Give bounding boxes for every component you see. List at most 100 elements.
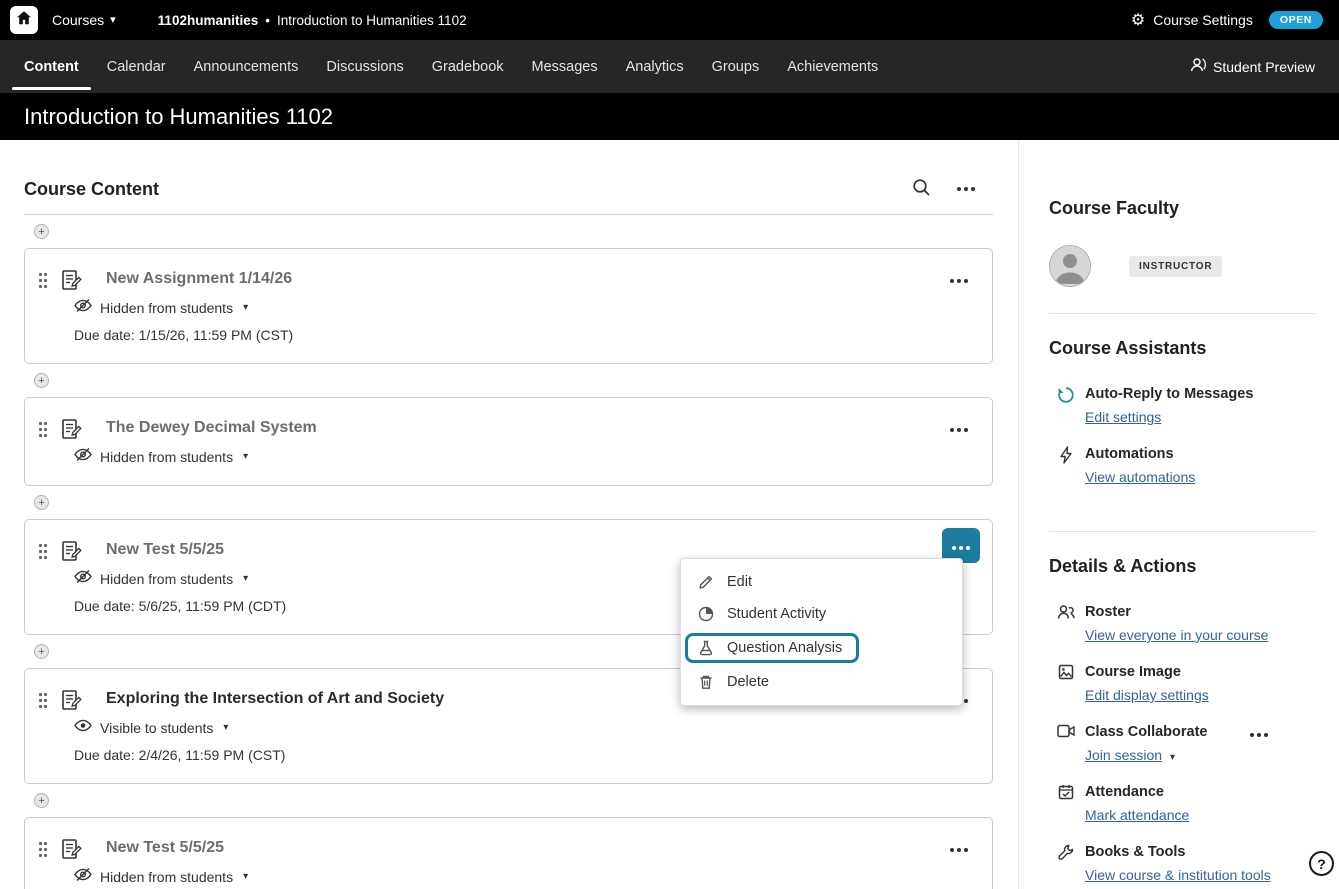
visibility-label: Visible to students bbox=[100, 719, 213, 738]
drag-handle-icon[interactable] bbox=[38, 421, 48, 443]
open-status-badge[interactable]: OPEN bbox=[1269, 11, 1323, 29]
tab-analytics[interactable]: Analytics bbox=[626, 40, 684, 93]
content-item-title[interactable]: New Assignment 1/14/26 bbox=[41, 268, 976, 290]
tab-label: Achievements bbox=[787, 59, 878, 75]
tab-gradebook[interactable]: Gradebook bbox=[432, 40, 504, 93]
drag-handle-icon[interactable] bbox=[38, 692, 48, 714]
course-image-item: Course Image Edit display settings bbox=[1049, 663, 1315, 705]
visibility-label: Hidden from students bbox=[100, 299, 233, 318]
item-options-button[interactable] bbox=[944, 836, 974, 859]
tab-label: Analytics bbox=[626, 59, 684, 75]
collaborate-options-button[interactable] bbox=[1248, 725, 1270, 740]
item-options-button[interactable] bbox=[944, 416, 974, 439]
menu-item-label: Question Analysis bbox=[727, 640, 842, 656]
lightning-icon bbox=[1057, 446, 1075, 487]
tab-achievements[interactable]: Achievements bbox=[787, 40, 878, 93]
tab-groups[interactable]: Groups bbox=[712, 40, 760, 93]
breadcrumb-separator: • bbox=[265, 13, 270, 28]
assignment-icon bbox=[60, 418, 82, 445]
drag-handle-icon[interactable] bbox=[38, 841, 48, 863]
drag-handle-icon[interactable] bbox=[38, 272, 48, 294]
tab-label: Discussions bbox=[326, 59, 403, 75]
visibility-dropdown[interactable]: Hidden from students ▾ bbox=[41, 298, 976, 318]
add-content-button[interactable]: + bbox=[34, 793, 49, 808]
visibility-dropdown[interactable]: Hidden from students ▾ bbox=[41, 447, 976, 467]
student-preview-label: Student Preview bbox=[1213, 59, 1315, 75]
course-image-title: Course Image bbox=[1085, 663, 1209, 681]
content-options-button[interactable] bbox=[955, 187, 977, 191]
due-date-text: Due date: 2/4/26, 11:59 PM (CST) bbox=[41, 746, 976, 765]
tab-label: Messages bbox=[532, 59, 598, 75]
people-icon bbox=[1057, 604, 1075, 645]
search-button[interactable] bbox=[912, 178, 931, 200]
due-date-text: Due date: 1/15/26, 11:59 PM (CST) bbox=[41, 326, 976, 345]
content-item-card: New Assignment 1/14/26 Hidden from stude… bbox=[24, 248, 993, 364]
join-session-label: Join session bbox=[1085, 747, 1162, 763]
visibility-label: Hidden from students bbox=[100, 868, 233, 887]
edit-settings-link[interactable]: Edit settings bbox=[1085, 408, 1161, 426]
add-content-button[interactable]: + bbox=[34, 495, 49, 510]
add-content-button[interactable]: + bbox=[34, 373, 49, 388]
assignment-icon bbox=[60, 689, 82, 716]
automations-title: Automations bbox=[1085, 445, 1195, 463]
instructor-avatar[interactable] bbox=[1049, 245, 1091, 287]
course-assistants-section: Course Assistants Auto-Reply to Messages… bbox=[1049, 338, 1315, 532]
courses-label: Courses bbox=[52, 12, 104, 28]
breadcrumb-course-id: 1102humanities bbox=[158, 13, 259, 28]
item-options-button[interactable] bbox=[944, 267, 974, 290]
add-content-button[interactable]: + bbox=[34, 644, 49, 659]
video-icon bbox=[1057, 724, 1075, 765]
content-item-title[interactable]: New Test 5/5/25 bbox=[41, 837, 976, 859]
menu-item-edit[interactable]: Edit bbox=[681, 566, 962, 598]
visibility-dropdown[interactable]: Hidden from students ▾ bbox=[41, 867, 976, 887]
ellipsis-icon bbox=[955, 187, 977, 191]
automations-item: Automations View automations bbox=[1049, 445, 1315, 487]
tab-discussions[interactable]: Discussions bbox=[326, 40, 403, 93]
course-content-panel: Course Content + New Assig bbox=[0, 140, 1018, 889]
join-session-link[interactable]: Join session▾ bbox=[1085, 746, 1175, 764]
menu-item-question-analysis[interactable]: Question Analysis bbox=[681, 630, 962, 666]
tab-announcements[interactable]: Announcements bbox=[194, 40, 299, 93]
edit-display-settings-link[interactable]: Edit display settings bbox=[1085, 686, 1209, 704]
menu-item-label: Delete bbox=[727, 674, 769, 690]
course-faculty-section: Course Faculty INSTRUCTOR bbox=[1049, 198, 1315, 314]
chevron-down-icon: ▾ bbox=[243, 303, 248, 313]
page-title-band: Introduction to Humanities 1102 bbox=[0, 93, 1339, 140]
help-button[interactable]: ? bbox=[1309, 851, 1334, 876]
add-content-button[interactable]: + bbox=[34, 224, 49, 239]
attendance-item: Attendance Mark attendance bbox=[1049, 783, 1315, 825]
ellipsis-icon bbox=[948, 848, 970, 852]
home-icon bbox=[16, 10, 32, 31]
page-title: Introduction to Humanities 1102 bbox=[24, 104, 333, 130]
content-item-card: The Dewey Decimal System Hidden from stu… bbox=[24, 397, 993, 486]
eye-slash-icon bbox=[74, 867, 92, 887]
flask-icon bbox=[698, 640, 714, 656]
courses-dropdown[interactable]: Courses ▾ bbox=[52, 12, 116, 28]
course-settings-button[interactable]: Course Settings bbox=[1153, 12, 1253, 28]
eye-icon bbox=[74, 718, 92, 738]
view-everyone-link[interactable]: View everyone in your course bbox=[1085, 626, 1268, 644]
tab-messages[interactable]: Messages bbox=[532, 40, 598, 93]
home-button[interactable] bbox=[10, 6, 38, 34]
roster-item: Roster View everyone in your course bbox=[1049, 603, 1315, 645]
content-item-title[interactable]: The Dewey Decimal System bbox=[41, 417, 976, 439]
menu-item-delete[interactable]: Delete bbox=[681, 666, 962, 698]
view-automations-link[interactable]: View automations bbox=[1085, 468, 1195, 486]
visibility-dropdown[interactable]: Visible to students ▾ bbox=[41, 718, 976, 738]
tab-content[interactable]: Content bbox=[24, 40, 79, 93]
pencil-icon bbox=[698, 574, 714, 590]
drag-handle-icon[interactable] bbox=[38, 543, 48, 565]
tab-label: Groups bbox=[712, 59, 760, 75]
menu-item-student-activity[interactable]: Student Activity bbox=[681, 598, 962, 630]
tab-label: Calendar bbox=[107, 59, 166, 75]
mark-attendance-link[interactable]: Mark attendance bbox=[1085, 806, 1189, 824]
calendar-check-icon bbox=[1057, 784, 1075, 825]
student-preview-button[interactable]: Student Preview bbox=[1188, 56, 1315, 77]
chevron-down-icon: ▾ bbox=[243, 872, 248, 882]
view-course-tools-link[interactable]: View course & institution tools bbox=[1085, 866, 1271, 884]
auto-reply-title: Auto-Reply to Messages bbox=[1085, 385, 1253, 403]
course-assistants-heading: Course Assistants bbox=[1049, 338, 1315, 359]
tab-calendar[interactable]: Calendar bbox=[107, 40, 166, 93]
activity-icon bbox=[698, 606, 714, 622]
eye-slash-icon bbox=[74, 447, 92, 467]
